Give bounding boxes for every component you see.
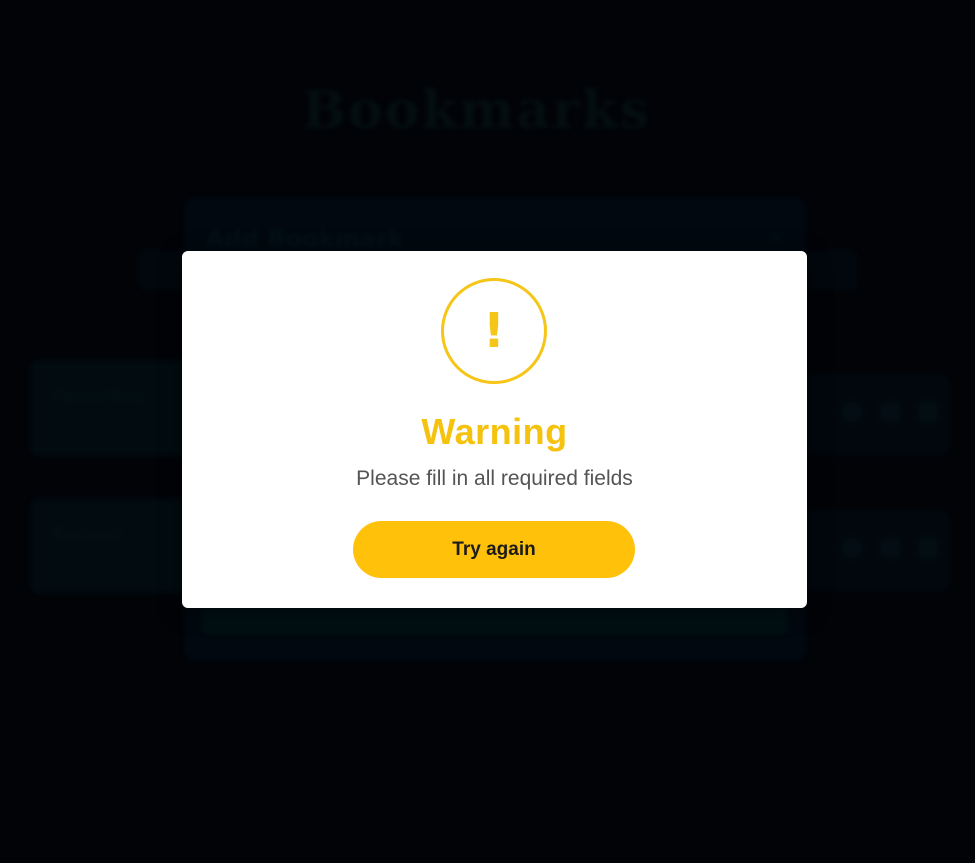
modal-message: Please fill in all required fields: [356, 467, 633, 490]
try-again-button[interactable]: Try again: [353, 521, 635, 578]
warning-icon-glyph: !: [483, 303, 505, 359]
modal-title: Warning: [421, 411, 568, 452]
warning-modal: ! Warning Please fill in all required fi…: [182, 251, 807, 608]
warning-exclamation-icon: !: [441, 278, 547, 384]
page: Bookmarks Favorites Recent Add Bookmark …: [0, 0, 975, 863]
